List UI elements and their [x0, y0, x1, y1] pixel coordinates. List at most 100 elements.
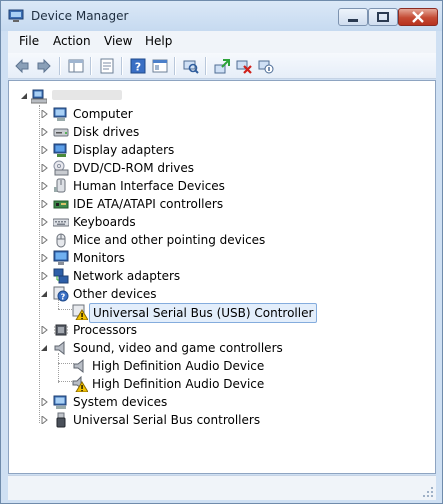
properties-button[interactable] — [97, 56, 117, 76]
ide-controller-icon — [53, 200, 69, 209]
tree-category-processors[interactable]: Processors — [9, 321, 435, 339]
back-arrow-icon — [15, 58, 29, 74]
expand-icon[interactable] — [41, 128, 49, 136]
expand-icon[interactable] — [41, 164, 49, 172]
uninstall-button[interactable] — [234, 56, 254, 76]
help-button[interactable]: ? — [128, 56, 148, 76]
expand-icon[interactable] — [41, 236, 49, 244]
warning-device-icon — [72, 304, 88, 320]
expand-icon[interactable] — [41, 146, 49, 154]
disk-drive-icon — [53, 128, 69, 137]
show-hide-console-tree-icon — [68, 59, 84, 73]
tree-category-network-adapters[interactable]: Network adapters — [9, 267, 435, 285]
back-button[interactable] — [12, 56, 32, 76]
expand-icon[interactable] — [41, 200, 49, 208]
mouse-icon — [56, 233, 66, 248]
tree-category-dvd-cd-rom-drives[interactable]: DVD/CD-ROM drives — [9, 159, 435, 177]
window-title: Device Manager — [31, 9, 129, 23]
menu-bar: File Action View Help — [8, 31, 436, 53]
scan-hardware-changes-icon — [183, 60, 199, 74]
tree-category-ide-ata-atapi-controllers[interactable]: IDE ATA/ATAPI controllers — [9, 195, 435, 213]
device-label: Universal Serial Bus (USB) Controller — [89, 303, 318, 323]
tree-category-disk-drives[interactable]: Disk drives — [9, 123, 435, 141]
tree-device-item[interactable]: High Definition Audio Device — [9, 357, 435, 375]
update-driver-button[interactable] — [212, 56, 232, 76]
collapse-icon[interactable] — [40, 344, 48, 352]
svg-text:?: ? — [61, 293, 66, 302]
expand-icon[interactable] — [41, 326, 49, 334]
expand-icon[interactable] — [41, 218, 49, 226]
menu-action[interactable]: Action — [53, 34, 91, 48]
network-adapter-icon — [53, 268, 69, 284]
expand-icon[interactable] — [41, 272, 49, 280]
disable-icon — [258, 60, 274, 74]
category-label: Computer — [73, 107, 133, 121]
tree-category-keyboards[interactable]: Keyboards — [9, 213, 435, 231]
expand-icon[interactable] — [41, 416, 49, 424]
show-hide-console-tree-button[interactable] — [66, 56, 86, 76]
view-icon — [152, 59, 168, 73]
tree-category-monitors[interactable]: Monitors — [9, 249, 435, 267]
category-label: Universal Serial Bus controllers — [73, 413, 261, 427]
device-label: High Definition Audio Device — [92, 359, 265, 373]
display-adapter-icon — [53, 143, 67, 157]
system-device-icon — [53, 395, 67, 409]
speaker-icon — [73, 358, 84, 374]
scan-hardware-changes-button[interactable] — [181, 56, 201, 76]
menu-help[interactable]: Help — [145, 34, 172, 48]
title-bar[interactable]: Device Manager — [1, 1, 442, 31]
disable-button[interactable] — [256, 56, 276, 76]
toolbar-separator — [90, 57, 92, 75]
menu-file[interactable]: File — [19, 34, 39, 48]
collapse-icon[interactable] — [20, 92, 28, 100]
tree-category-human-interface-devices[interactable]: Human Interface Devices — [9, 177, 435, 195]
tree-category-sound-video-and-game-controllers[interactable]: Sound, video and game controllers — [9, 339, 435, 357]
minimize-button[interactable] — [338, 8, 368, 26]
speaker-icon — [54, 340, 65, 356]
collapse-icon[interactable] — [40, 290, 48, 298]
resize-grip-icon[interactable] — [422, 486, 434, 498]
keyboard-icon — [53, 218, 69, 227]
close-button[interactable] — [398, 8, 438, 26]
expand-icon[interactable] — [41, 254, 49, 262]
tree-category-system-devices[interactable]: System devices — [9, 393, 435, 411]
properties-icon — [100, 58, 114, 74]
usb-icon — [56, 412, 66, 428]
tree-device-item[interactable]: Universal Serial Bus (USB) Controller — [9, 303, 435, 323]
category-label: DVD/CD-ROM drives — [73, 161, 195, 175]
tree-root[interactable] — [9, 87, 435, 105]
expand-icon[interactable] — [41, 398, 49, 406]
expand-icon[interactable] — [41, 182, 49, 190]
device-tree[interactable]: Computer Disk drives Display adapters DVD/C… — [8, 80, 436, 474]
uninstall-icon — [236, 60, 252, 74]
category-label: Network adapters — [73, 269, 181, 283]
menu-view[interactable]: View — [104, 34, 132, 48]
hid-icon — [54, 178, 66, 193]
toolbar: ? — [8, 53, 436, 79]
category-label: Mice and other pointing devices — [73, 233, 266, 247]
warning-speaker-icon — [72, 376, 88, 392]
computer-name-redacted — [52, 90, 122, 100]
tree-category-display-adapters[interactable]: Display adapters — [9, 141, 435, 159]
view-button[interactable] — [150, 56, 170, 76]
tree-category-other-devices[interactable]: ? Other devices — [9, 285, 435, 303]
toolbar-separator — [59, 57, 61, 75]
monitor-icon — [53, 250, 69, 265]
status-bar — [8, 475, 436, 500]
tree-category-computer[interactable]: Computer — [9, 105, 435, 123]
category-label: IDE ATA/ATAPI controllers — [73, 197, 224, 211]
maximize-button[interactable] — [368, 8, 398, 26]
category-label: Processors — [73, 323, 138, 337]
category-label: Sound, video and game controllers — [73, 341, 283, 355]
expand-icon[interactable] — [41, 110, 49, 118]
device-label: High Definition Audio Device — [92, 377, 265, 391]
tree-category-mice-and-other-pointing-devices[interactable]: Mice and other pointing devices — [9, 231, 435, 249]
close-icon — [412, 11, 424, 23]
svg-text:?: ? — [135, 61, 141, 74]
tree-device-item[interactable]: High Definition Audio Device — [9, 375, 435, 393]
computer-icon — [53, 107, 67, 121]
device-manager-icon — [8, 9, 24, 22]
tree-category-universal-serial-bus-controllers[interactable]: Universal Serial Bus controllers — [9, 411, 435, 429]
forward-button[interactable] — [34, 56, 54, 76]
update-driver-icon — [214, 59, 230, 74]
